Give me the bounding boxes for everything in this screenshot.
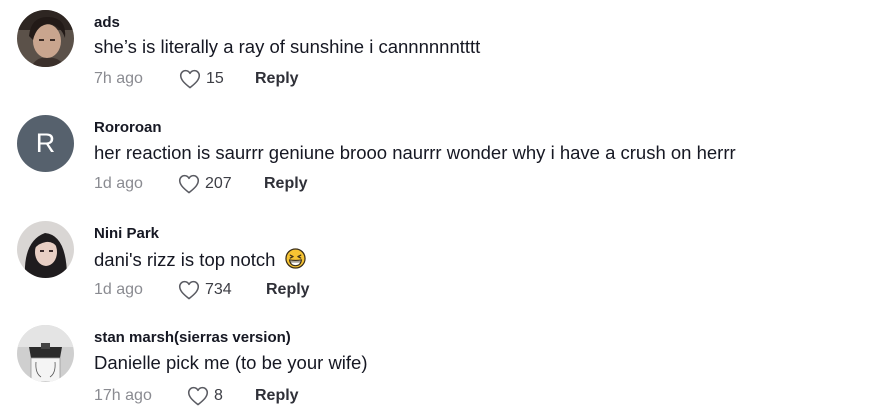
like-count: 8 [214,387,223,404]
like-button[interactable]: 207 [178,174,264,194]
like-count: 15 [206,70,224,87]
reply-button[interactable]: Reply [266,281,310,299]
comment-text: she’s is literally a ray of sunshine i c… [94,36,481,57]
comment-text-row: dani's rizz is top notch [94,248,306,274]
like-count: 207 [205,175,232,192]
comment-username[interactable]: Rororoan [94,119,162,136]
comment-text: Danielle pick me (to be your wife) [94,352,368,373]
like-button[interactable]: 8 [187,386,255,406]
avatar[interactable] [17,325,74,382]
comment-meta: 7h ago 15 Reply [94,67,299,91]
reply-button[interactable]: Reply [264,175,308,193]
reply-button[interactable]: Reply [255,387,299,405]
like-button[interactable]: 15 [179,69,255,89]
comment-username[interactable]: ads [94,14,120,31]
heart-icon [179,69,201,89]
grinning-squinting-face-emoji-icon [284,248,306,274]
like-count: 734 [205,281,232,298]
comment-username[interactable]: Nini Park [94,225,159,242]
comment-username[interactable]: stan marsh(sierras version) [94,329,291,346]
comment-time: 17h ago [94,387,152,404]
comment-item: Nini Park dani's rizz is top notch 1d ag… [0,210,892,315]
heart-icon [178,280,200,300]
comment-time: 7h ago [94,70,143,87]
comment-time: 1d ago [94,175,143,192]
avatar[interactable]: R [17,115,74,172]
avatar[interactable] [17,10,74,67]
avatar[interactable] [17,221,74,278]
profile-photo-icon [17,325,74,382]
like-button[interactable]: 734 [178,280,266,300]
comment-item: stan marsh(sierras version) Danielle pic… [0,315,892,420]
comment-meta: 1d ago 734 Reply [94,278,310,302]
comment-time: 1d ago [94,281,143,298]
comment-meta: 17h ago 8 Reply [94,384,299,408]
profile-photo-icon [17,10,74,67]
reply-button[interactable]: Reply [255,70,299,88]
heart-icon [187,386,209,406]
heart-icon [178,174,200,194]
comment-item: ads she’s is literally a ray of sunshine… [0,0,892,105]
comment-text: dani's rizz is top notch [94,249,276,270]
comment-item: R Rororoan her reaction is saurrr geniun… [0,105,892,210]
comment-text: her reaction is saurrr geniune brooo nau… [94,142,736,163]
profile-photo-icon [17,221,74,278]
comment-meta: 1d ago 207 Reply [94,172,308,196]
